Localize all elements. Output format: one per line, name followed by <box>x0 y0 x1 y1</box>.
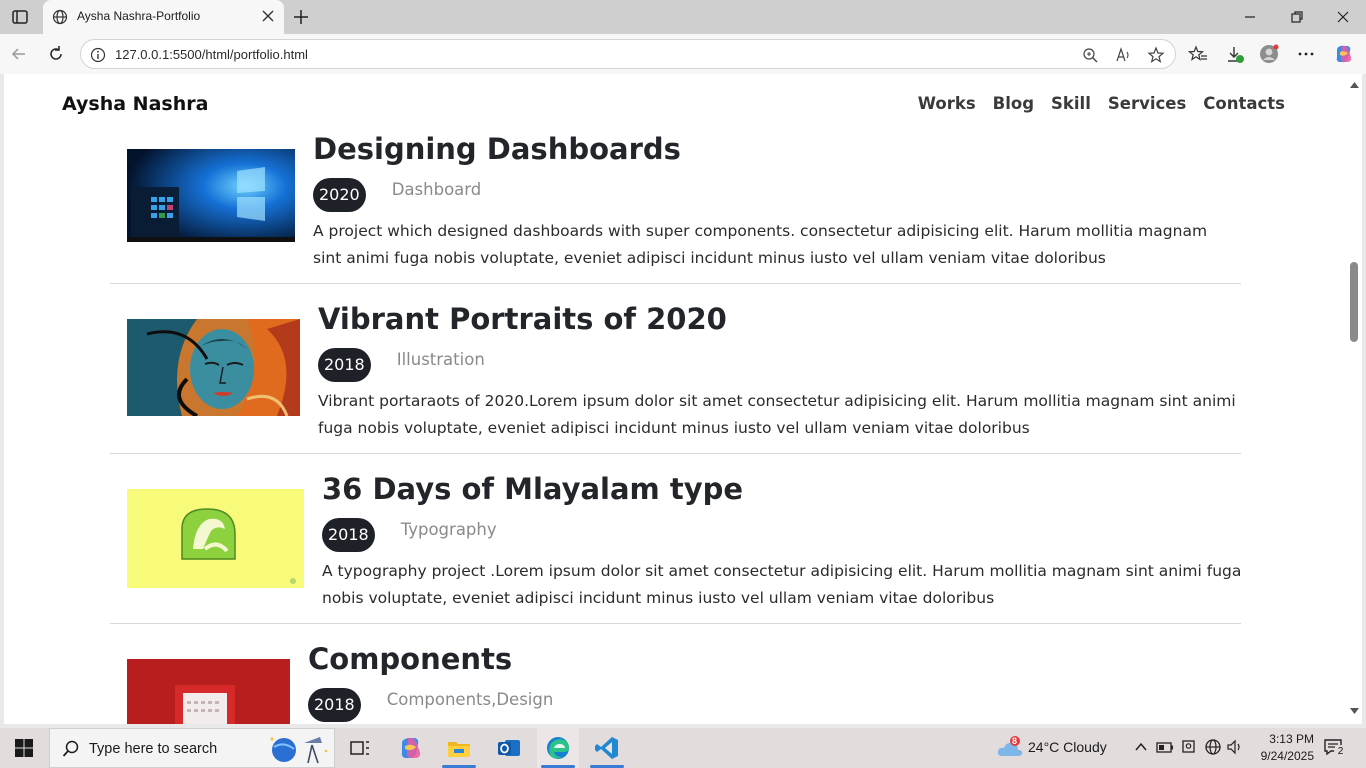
work-title[interactable]: Components <box>308 642 553 676</box>
weather-widget[interactable]: 8 24°C Cloudy <box>996 736 1116 760</box>
work-info: Designing Dashboards 2020 Dashboard A pr… <box>313 132 1238 272</box>
work-title[interactable]: Vibrant Portraits of 2020 <box>318 302 1243 336</box>
read-aloud-icon[interactable] <box>1115 47 1131 63</box>
work-meta: 2018 Typography <box>322 518 1247 552</box>
work-info: Vibrant Portraits of 2020 2018 Illustrat… <box>318 302 1243 442</box>
weather-alert-badge: 8 <box>1012 736 1018 746</box>
search-highlight-icon <box>270 737 328 764</box>
refresh-icon[interactable] <box>46 44 66 64</box>
profile-avatar-icon[interactable] <box>1259 44 1279 64</box>
file-explorer-icon <box>448 742 470 757</box>
scrollbar-thumb[interactable] <box>1350 262 1358 342</box>
windows-taskbar: Type here to search 8 24°C Cloudy 3:13 P… <box>0 728 1366 768</box>
favorite-star-icon[interactable] <box>1147 46 1165 64</box>
cloudy-weather-icon <box>997 736 1023 756</box>
year-badge: 2018 <box>322 518 375 552</box>
outlook-icon[interactable] <box>495 734 523 762</box>
work-description: A typography project .Lorem ipsum dolor … <box>322 562 1242 607</box>
browser-toolbar: 127.0.0.1:5500/html/portfolio.html <box>0 34 1366 74</box>
restore-icon[interactable] <box>1287 7 1307 27</box>
close-window-icon[interactable] <box>1333 7 1353 27</box>
work-item[interactable]: Vibrant Portraits of 2020 2018 Illustrat… <box>110 284 1241 454</box>
taskbar-app-vscode[interactable] <box>587 728 627 768</box>
back-icon[interactable] <box>9 44 29 64</box>
taskbar-search[interactable]: Type here to search <box>49 728 335 768</box>
work-title[interactable]: Designing Dashboards <box>313 132 1238 166</box>
work-item[interactable]: Components 2018 Components,Design <box>110 624 1241 724</box>
site-brand[interactable]: Aysha Nashra <box>62 93 208 115</box>
year-badge: 2020 <box>313 178 366 212</box>
copilot-icon[interactable] <box>1333 43 1355 65</box>
taskbar-app-edge[interactable] <box>537 728 579 768</box>
work-info: Components 2018 Components,Design <box>308 642 553 722</box>
work-title[interactable]: 36 Days of Mlayalam type <box>322 472 1247 506</box>
close-tab-icon[interactable] <box>261 9 275 23</box>
notification-button[interactable]: 2 <box>1323 738 1347 758</box>
page-scrollbar[interactable] <box>1347 74 1362 724</box>
taskbar-app-file-explorer[interactable] <box>440 728 478 768</box>
main-nav: Works Blog Skill Services Contacts <box>918 94 1285 113</box>
year-badge: 2018 <box>318 348 371 382</box>
network-globe-icon[interactable] <box>1204 738 1222 756</box>
work-item[interactable]: 36 Days of Mlayalam type 2018 Typography… <box>110 454 1241 624</box>
nav-link-skill[interactable]: Skill <box>1051 94 1091 113</box>
components-calendar-image <box>127 659 290 724</box>
nav-link-works[interactable]: Works <box>918 94 976 113</box>
new-tab-icon[interactable] <box>291 7 311 27</box>
copilot-app-icon[interactable] <box>397 734 425 762</box>
weather-text: 24°C Cloudy <box>1028 739 1107 755</box>
browser-tab-bar: Aysha Nashra-Portfolio <box>0 0 1366 34</box>
task-view-icon[interactable] <box>346 734 374 762</box>
minimize-icon[interactable] <box>1240 7 1260 27</box>
battery-icon[interactable] <box>1156 738 1174 756</box>
site-header: Aysha Nashra Works Blog Skill Services C… <box>4 74 1347 136</box>
work-meta: 2018 Illustration <box>318 348 1243 382</box>
work-meta: 2020 Dashboard <box>313 178 1238 212</box>
zoom-icon[interactable] <box>1082 47 1098 63</box>
system-clock[interactable]: 3:13 PM 9/24/2025 <box>1244 731 1314 765</box>
nav-link-blog[interactable]: Blog <box>993 94 1034 113</box>
volume-icon[interactable] <box>1226 738 1244 756</box>
nav-link-services[interactable]: Services <box>1108 94 1186 113</box>
work-category: Components,Design <box>386 689 554 709</box>
tab-title: Aysha Nashra-Portfolio <box>77 9 201 23</box>
scroll-up-icon[interactable] <box>1350 82 1359 88</box>
browser-tab[interactable]: Aysha Nashra-Portfolio <box>43 0 284 34</box>
windows-start-icon[interactable] <box>14 738 34 758</box>
meet-now-icon[interactable] <box>1180 738 1198 756</box>
clock-date: 9/24/2025 <box>1260 749 1314 763</box>
work-description: Vibrant portaraots of 2020.Lorem ipsum d… <box>318 392 1236 437</box>
search-placeholder: Type here to search <box>89 741 218 757</box>
notification-count: 2 <box>1334 745 1347 758</box>
work-meta: 2018 Components,Design <box>308 688 553 722</box>
work-category: Dashboard <box>391 179 482 199</box>
tab-actions-icon[interactable] <box>10 7 30 27</box>
chevron-up-icon[interactable] <box>1132 738 1150 756</box>
malayalam-letter-image <box>127 489 304 588</box>
nav-link-contacts[interactable]: Contacts <box>1203 94 1285 113</box>
vscode-icon <box>595 737 618 759</box>
favorites-icon[interactable] <box>1188 44 1208 64</box>
edge-icon <box>547 737 569 759</box>
address-bar[interactable]: 127.0.0.1:5500/html/portfolio.html <box>80 39 1176 69</box>
search-icon <box>62 740 79 757</box>
page-viewport: Designing Dashboards 2020 Dashboard A pr… <box>4 74 1347 724</box>
clock-time: 3:13 PM <box>1269 732 1314 746</box>
url-text: 127.0.0.1:5500/html/portfolio.html <box>115 47 308 62</box>
windows-desktop-image <box>127 149 295 242</box>
info-icon[interactable] <box>90 47 106 63</box>
work-category: Illustration <box>396 349 485 369</box>
work-info: 36 Days of Mlayalam type 2018 Typography… <box>322 472 1247 612</box>
globe-icon <box>52 9 68 25</box>
more-options-icon[interactable] <box>1296 44 1316 64</box>
year-badge: 2018 <box>308 688 361 722</box>
downloads-icon[interactable] <box>1225 44 1245 64</box>
work-description: A project which designed dashboards with… <box>313 222 1208 267</box>
scroll-down-icon[interactable] <box>1350 708 1359 714</box>
portrait-illustration-image <box>127 319 300 416</box>
work-category: Typography <box>400 519 497 539</box>
